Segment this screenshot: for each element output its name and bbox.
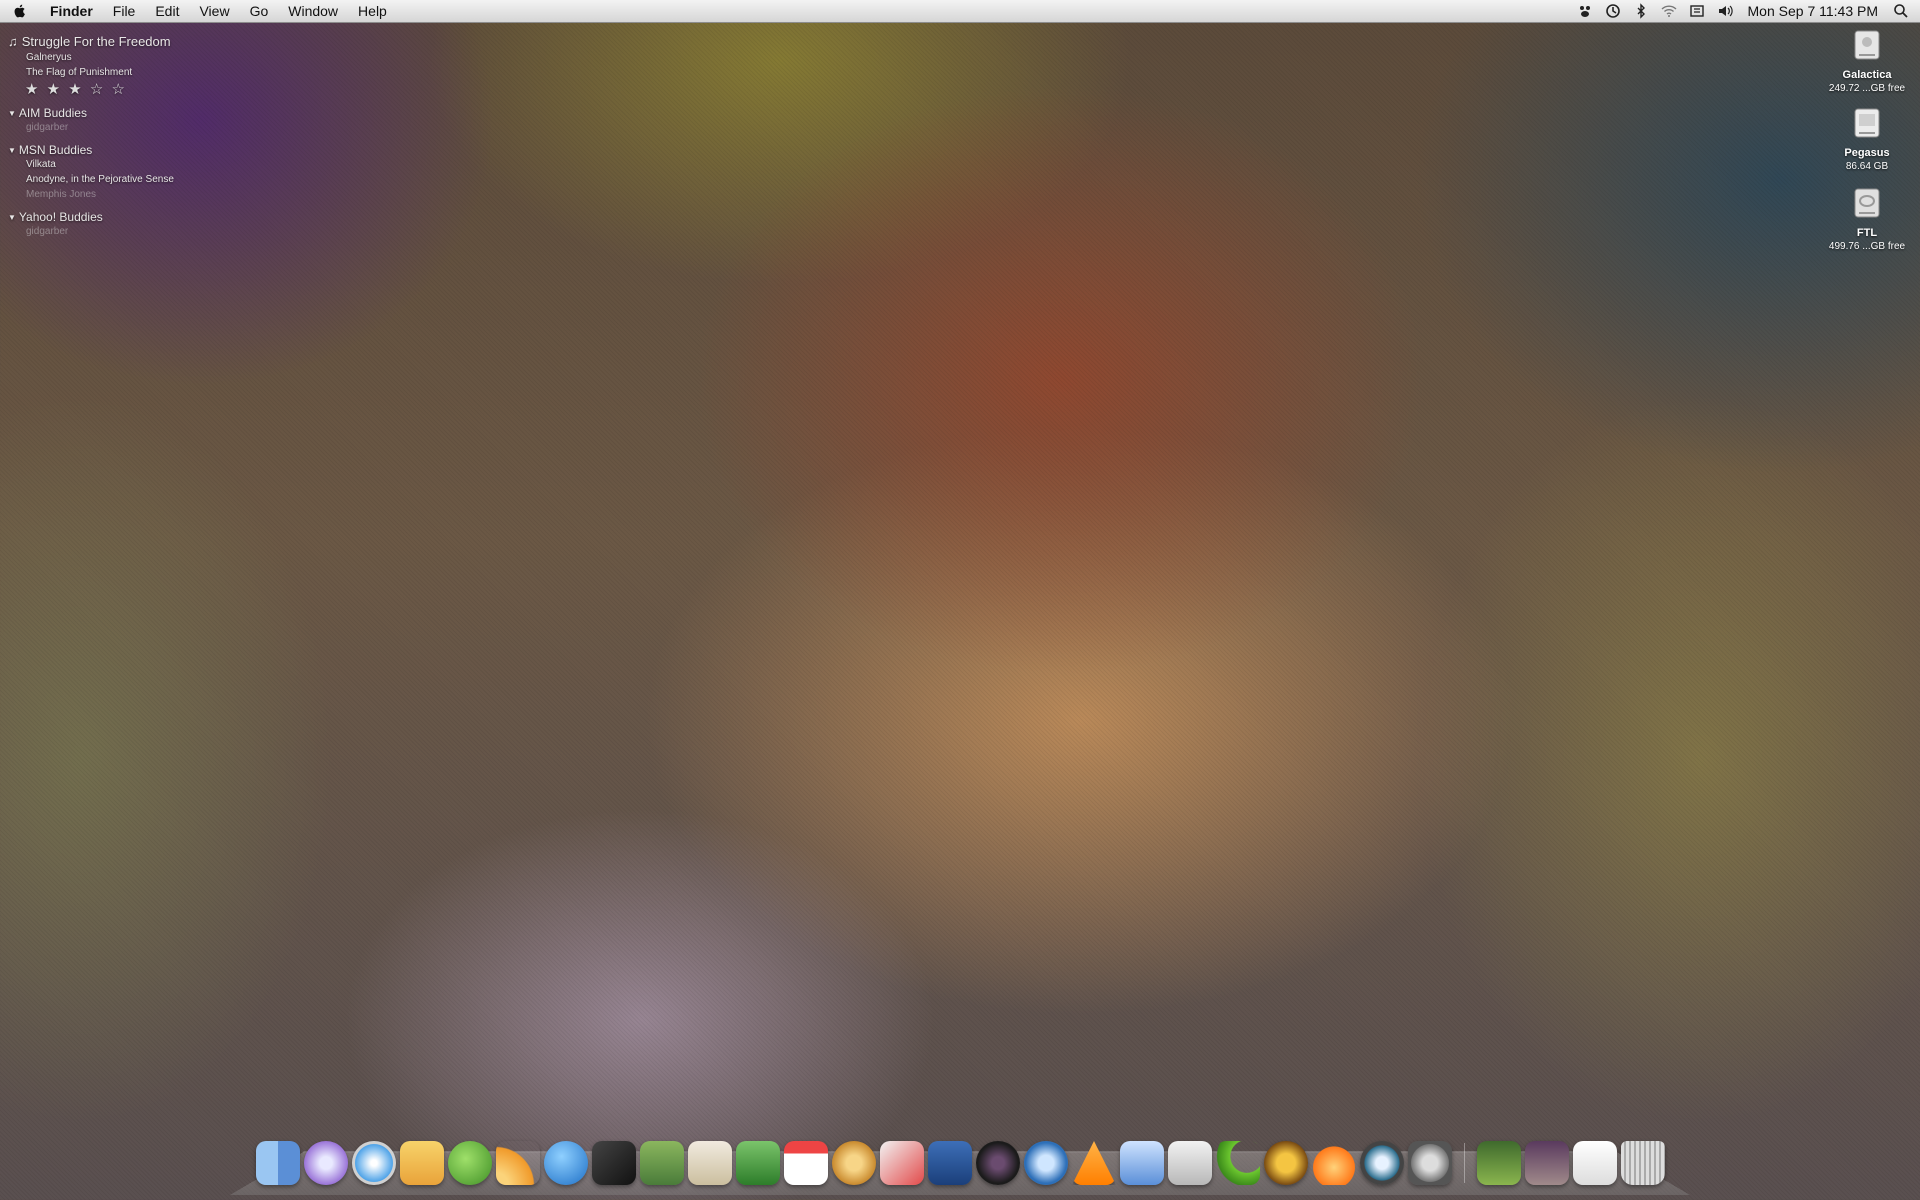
time-machine-icon [1605,4,1620,18]
group-title: MSN Buddies [18,143,93,157]
trash-icon[interactable] [1621,1141,1665,1185]
menu-clock[interactable]: Mon Sep 7 11:43 PM [1744,3,1882,19]
buddy-group-aim: ▼ AIM Buddies gidgarber [8,106,174,135]
document-stack-icon[interactable] [1573,1141,1617,1185]
preferences-pane-icon[interactable] [1120,1141,1164,1185]
group-header[interactable]: ▼ AIM Buddies [8,106,174,120]
disclosure-triangle-icon: ▼ [8,212,16,222]
adium-icon[interactable] [448,1141,492,1185]
wifi-menu[interactable] [1660,2,1678,20]
world-of-warcraft-icon[interactable] [1264,1141,1308,1185]
vlc-icon[interactable] [1072,1141,1116,1185]
song-album: The Flag of Punishment [26,67,133,78]
drive-name: Galactica [1842,69,1892,81]
safari-icon[interactable] [352,1141,396,1185]
menu-go[interactable]: Go [240,0,279,22]
notes-icon[interactable] [400,1141,444,1185]
song-artist: Galneryus [26,52,72,63]
search-icon [1894,4,1908,18]
menu-view[interactable]: View [189,0,239,22]
apple-menu[interactable] [0,3,40,19]
disclosure-triangle-icon: ▼ [8,145,16,155]
hard-drive-icon [1854,108,1880,138]
menu-edit[interactable]: Edit [145,0,189,22]
buddy-group-yahoo: ▼ Yahoo! Buddies gidgarber [8,210,174,239]
wifi-icon [1661,5,1677,17]
group-title: AIM Buddies [18,106,87,120]
screen-capture-icon[interactable] [592,1141,636,1185]
menu-window[interactable]: Window [278,0,348,22]
drive-ftl[interactable]: FTL 499.76 ...GB free [1812,188,1920,253]
transmit-icon[interactable] [1168,1141,1212,1185]
rss-reader-icon[interactable] [496,1141,540,1185]
drive-free-space: 249.72 ...GB free [1828,83,1906,94]
volume-menu[interactable] [1716,2,1734,20]
drive-free-space: 499.76 ...GB free [1828,241,1906,252]
buddy-group-msn: ▼ MSN Buddies Vilkata Anodyne, in the Pe… [8,143,174,202]
menu-bar: Finder File Edit View Go Window Help Mon… [0,0,1920,23]
things-icon[interactable] [736,1141,780,1185]
song-title[interactable]: Struggle For the Freedom [22,34,171,49]
song-rating[interactable]: ★ ★ ★ ☆ ☆ [25,80,174,98]
keyboard-flag-icon [1689,5,1704,17]
wallpaper [0,0,1920,1200]
image-stack-icon[interactable] [1477,1141,1521,1185]
bluetooth-icon [1637,3,1645,19]
dock-separator [1464,1143,1465,1183]
menu-help[interactable]: Help [348,0,397,22]
apple-icon [14,4,25,18]
group-header[interactable]: ▼ Yahoo! Buddies [8,210,174,224]
buddy-item[interactable]: Anodyne, in the Pejorative Sense [26,172,174,187]
menu-file[interactable]: File [103,0,146,22]
time-machine-menu[interactable] [1604,2,1622,20]
desktop-widget: ♫ Struggle For the Freedom Galneryus The… [8,34,174,239]
drive-galactica[interactable]: Galactica 249.72 ...GB free [1812,30,1920,95]
buddy-item[interactable]: gidgarber [26,224,174,239]
now-playing: ♫ Struggle For the Freedom [8,34,174,50]
quicktime-icon[interactable] [1024,1141,1068,1185]
dock [256,1138,1665,1188]
itunes-icon[interactable] [304,1141,348,1185]
camera-icon[interactable] [976,1141,1020,1185]
drive-free-space: 86.64 GB [1845,161,1889,172]
buddy-item[interactable]: gidgarber [26,120,174,135]
hard-drive-icon [1854,30,1880,60]
drive-pegasus[interactable]: Pegasus 86.64 GB [1812,108,1920,173]
globe-icon[interactable] [544,1141,588,1185]
menu-finder[interactable]: Finder [40,0,103,22]
drive-name: Pegasus [1844,147,1890,159]
moon-icon[interactable] [1216,1141,1260,1185]
music-note-icon: ♫ [8,34,18,49]
paw-icon [1579,6,1590,17]
photo-stack-icon[interactable] [1525,1141,1569,1185]
growl-menu-icon[interactable] [1576,2,1594,20]
coffee-icon[interactable] [832,1141,876,1185]
buddy-item[interactable]: Memphis Jones [26,187,174,202]
css-edit-icon[interactable] [880,1141,924,1185]
speaker-icon [1718,5,1733,17]
textedit-icon[interactable] [688,1141,732,1185]
drive-name: FTL [1856,227,1878,239]
time-machine-dock-icon[interactable] [1360,1141,1404,1185]
photoshop-icon[interactable] [928,1141,972,1185]
flame-icon[interactable] [1312,1141,1356,1185]
input-menu[interactable] [1688,2,1706,20]
system-preferences-icon[interactable] [1408,1141,1452,1185]
disclosure-triangle-icon: ▼ [8,108,16,118]
bluetooth-menu[interactable] [1632,2,1650,20]
group-header[interactable]: ▼ MSN Buddies [8,143,174,157]
ical-icon[interactable] [784,1141,828,1185]
spotlight-menu[interactable] [1892,2,1910,20]
iphoto-icon[interactable] [640,1141,684,1185]
finder-icon[interactable] [256,1141,300,1185]
buddy-item[interactable]: Vilkata [26,157,174,172]
group-title: Yahoo! Buddies [18,210,103,224]
external-drive-icon [1854,188,1880,218]
